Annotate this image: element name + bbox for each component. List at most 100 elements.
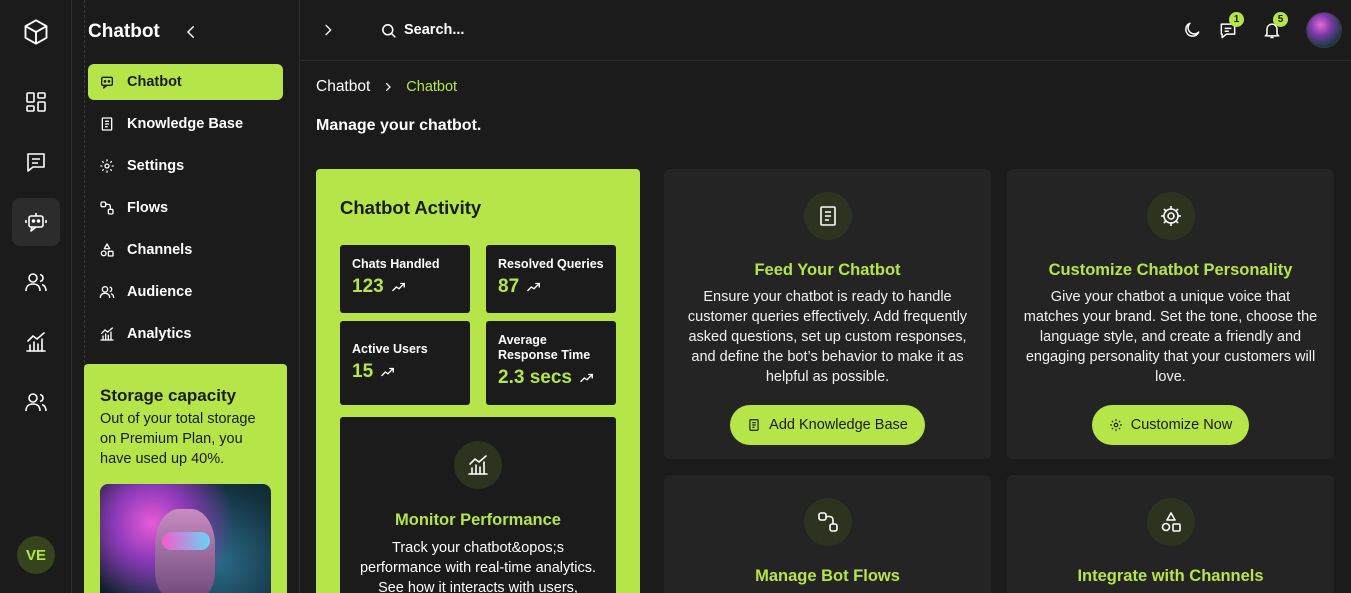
- rail-team[interactable]: [12, 378, 60, 426]
- sidebar: Chatbot Chatbot Knowledge Base Settings …: [72, 0, 300, 593]
- gear-icon: [1160, 206, 1181, 226]
- analytics-icon: [468, 455, 488, 475]
- storage-illustration: [100, 484, 271, 593]
- chevron-right-icon[interactable]: [320, 21, 336, 39]
- sidebar-item-settings[interactable]: Settings: [88, 148, 283, 184]
- monitor-icon-wrap: [454, 441, 502, 489]
- sidebar-item-flows[interactable]: Flows: [88, 190, 283, 226]
- card-manage-bot-flows: Manage Bot Flows: [664, 475, 991, 593]
- stat-number: 2.3 secs: [498, 367, 572, 388]
- breadcrumb: Chatbot Chatbot: [316, 78, 457, 96]
- card-icon-wrap: [1146, 498, 1195, 546]
- sidebar-item-label: Flows: [127, 200, 169, 216]
- stat-value: 2.3 secs: [498, 367, 604, 389]
- team-icon: [25, 393, 47, 412]
- icon-rail: VE: [0, 0, 72, 593]
- stat-resolved-queries: Resolved Queries 87: [486, 245, 616, 313]
- flows-icon: [100, 201, 114, 215]
- bot-icon: [101, 76, 113, 89]
- stat-number: 123: [352, 276, 384, 297]
- chevron-right-icon: [386, 82, 392, 92]
- stat-chats-handled: Chats Handled 123: [340, 245, 470, 313]
- sidebar-item-label: Knowledge Base: [127, 116, 244, 132]
- users-icon: [25, 273, 47, 292]
- stat-value: 123: [352, 276, 458, 298]
- sidebar-item-label: Settings: [127, 158, 185, 174]
- gear-icon: [100, 159, 114, 173]
- button-label: Add Knowledge Base: [769, 417, 908, 433]
- monitor-title: Monitor Performance: [395, 511, 561, 529]
- rail-dashboard[interactable]: [12, 78, 60, 126]
- book-icon: [819, 206, 836, 226]
- book-icon: [101, 117, 113, 131]
- sidebar-item-label: Analytics: [127, 326, 192, 342]
- sidebar-item-analytics[interactable]: Analytics: [88, 316, 283, 352]
- sidebar-item-label: Audience: [127, 284, 193, 300]
- add-knowledge-base-button[interactable]: Add Knowledge Base: [730, 405, 925, 445]
- breadcrumb-root[interactable]: Chatbot: [316, 78, 370, 96]
- chevron-left-icon[interactable]: [182, 22, 200, 42]
- sidebar-item-audience[interactable]: Audience: [88, 274, 283, 310]
- topbar: 1 5: [300, 0, 1351, 61]
- cube-icon[interactable]: [22, 18, 50, 46]
- search-input[interactable]: [404, 20, 604, 40]
- user-avatar[interactable]: VE: [17, 536, 55, 574]
- stat-label: Average Response Time: [498, 333, 591, 362]
- illustration-glasses: [162, 532, 210, 550]
- card-title: Manage Bot Flows: [755, 567, 900, 585]
- search-icon: [382, 24, 396, 38]
- sidebar-item-label: Channels: [127, 242, 193, 258]
- messages-icon: [27, 153, 45, 172]
- button-label: Customize Now: [1130, 417, 1233, 433]
- card-icon-wrap: [803, 192, 852, 240]
- trend-up-icon: [527, 282, 541, 292]
- sidebar-item-knowledge-base[interactable]: Knowledge Base: [88, 106, 283, 142]
- card-icon-wrap: [803, 498, 852, 546]
- card-text: Ensure your chatbot is ready to handle c…: [687, 289, 968, 385]
- card-integrate-channels: Integrate with Channels: [1007, 475, 1334, 593]
- shapes-icon: [100, 243, 114, 257]
- rail-analytics[interactable]: [12, 318, 60, 366]
- storage-card: Storage capacity Out of your total stora…: [84, 364, 287, 593]
- stat-label: Resolved Queries: [498, 257, 604, 271]
- card-text: Give your chatbot a unique voice that ma…: [1023, 289, 1318, 385]
- gear-icon: [1109, 419, 1122, 431]
- storage-text: Out of your total storage on Premium Pla…: [100, 411, 256, 467]
- analytics-icon: [26, 332, 46, 352]
- sidebar-title: Chatbot: [88, 21, 160, 42]
- stat-number: 15: [352, 361, 374, 382]
- customize-now-button[interactable]: Customize Now: [1091, 405, 1250, 445]
- moon-icon[interactable]: [1182, 20, 1202, 40]
- profile-avatar[interactable]: [1306, 12, 1342, 48]
- rail-bot[interactable]: [12, 198, 60, 246]
- users-icon: [99, 286, 115, 299]
- trend-up-icon: [391, 282, 405, 292]
- card-title: Customize Chatbot Personality: [1048, 261, 1293, 279]
- trend-up-icon: [580, 373, 593, 383]
- stat-number: 87: [498, 276, 520, 297]
- bot-icon: [25, 213, 47, 232]
- flows-icon: [817, 512, 838, 532]
- dashboard-icon: [26, 92, 46, 112]
- stat-average-response-time: Average Response Time 2.3 secs: [486, 321, 616, 405]
- card-title: Integrate with Channels: [1077, 567, 1264, 585]
- card-customize-personality: Customize Chatbot Personality Give your …: [1007, 169, 1334, 459]
- illustration-figure: [155, 509, 215, 593]
- page-subtitle: Manage your chatbot.: [316, 117, 482, 134]
- monitor-performance-card: Monitor Performance Track your chatbot&o…: [340, 417, 616, 593]
- stat-label: Active Users: [352, 342, 428, 356]
- notifications-badge: 5: [1273, 12, 1288, 27]
- card-title: Feed Your Chatbot: [754, 261, 901, 279]
- rail-messages[interactable]: [12, 138, 60, 186]
- shapes-icon: [1161, 512, 1181, 532]
- stat-value: 15: [352, 361, 458, 383]
- storage-title: Storage capacity: [100, 386, 237, 405]
- sidebar-item-channels[interactable]: Channels: [88, 232, 283, 268]
- rail-users[interactable]: [12, 258, 60, 306]
- book-icon: [749, 419, 759, 431]
- card-feed-chatbot: Feed Your Chatbot Ensure your chatbot is…: [664, 169, 991, 459]
- activity-title: Chatbot Activity: [340, 197, 482, 218]
- stat-value: 87: [498, 276, 604, 298]
- breadcrumb-current: Chatbot: [406, 79, 458, 95]
- sidebar-item-chatbot[interactable]: Chatbot: [88, 64, 283, 100]
